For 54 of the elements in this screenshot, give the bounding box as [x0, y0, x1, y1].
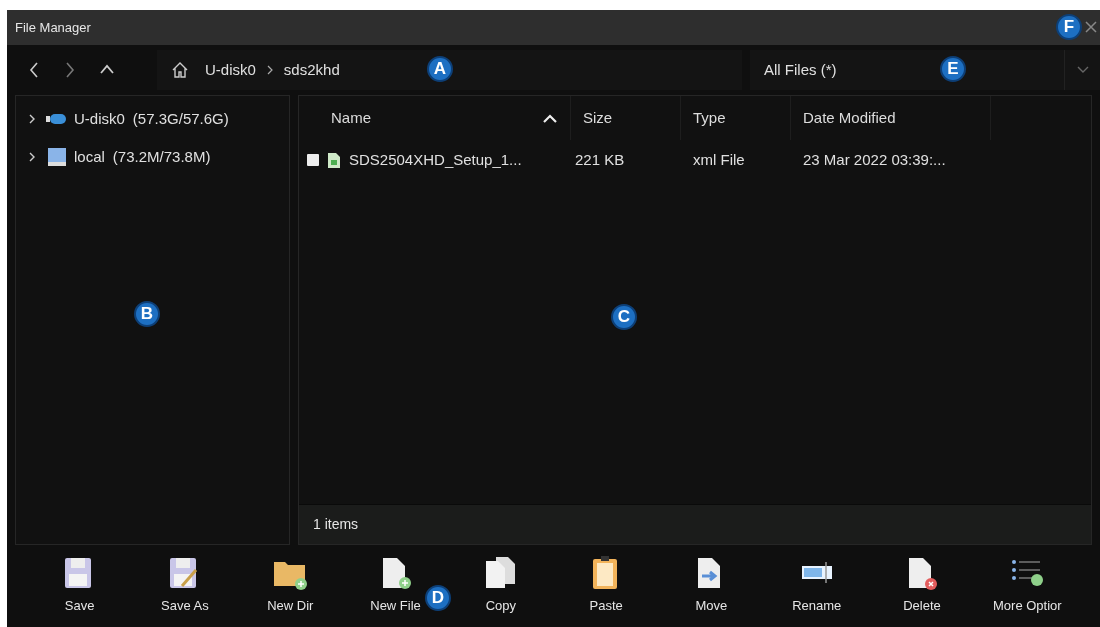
checkbox[interactable]: [307, 154, 319, 166]
breadcrumb-link[interactable]: U-disk0: [205, 58, 256, 82]
callout-marker: C: [611, 304, 637, 330]
column-label: Date Modified: [803, 107, 896, 128]
drive-label: local: [74, 146, 105, 167]
back-icon: [27, 61, 41, 79]
toolbar-button[interactable]: Copy: [448, 556, 554, 616]
column-label: Name: [331, 107, 371, 128]
usb-drive-icon: [46, 113, 68, 125]
drive-capacity: (57.3G/57.6G): [132, 108, 229, 129]
toolbar-button[interactable]: New Dir: [237, 556, 343, 616]
file-type-dropdown[interactable]: All Files (*): [750, 50, 920, 90]
chevron-down-icon: [1075, 65, 1090, 75]
home-button[interactable]: [171, 61, 189, 79]
column-label: Size: [583, 107, 613, 128]
column-label: Type: [693, 107, 726, 128]
copy-icon: [483, 556, 518, 591]
column-header[interactable]: Size: [571, 96, 681, 140]
window-title: File Manager: [15, 18, 91, 37]
table-cell-text: xml File: [692, 149, 746, 170]
toolbar-button[interactable]: Save: [27, 556, 133, 616]
table-cell-text: 23 Mar 2022 03:39:...: [802, 149, 947, 170]
forward-icon: [63, 61, 77, 79]
drive-capacity: (73.2M/73.8M): [112, 146, 211, 167]
toolbar-button[interactable]: Delete: [869, 556, 975, 616]
callout-marker: E: [940, 56, 966, 82]
column-header[interactable]: Date Modified: [791, 96, 991, 140]
toolbar-button[interactable]: Save As: [132, 556, 238, 616]
toolbar-button[interactable]: Rename: [764, 556, 870, 616]
callout-marker: F: [1056, 14, 1082, 40]
toolbar-button[interactable]: More Optior: [974, 556, 1080, 616]
toolbar-button[interactable]: Paste: [553, 556, 659, 616]
callout-marker: B: [134, 301, 160, 327]
callout-marker: D: [425, 585, 451, 611]
back-button[interactable]: [27, 61, 41, 79]
callout-marker: A: [427, 56, 453, 82]
drive-icon: [46, 147, 68, 167]
toolbar-button[interactable]: Move: [658, 556, 765, 616]
column-header[interactable]: Name: [299, 96, 571, 140]
chevron-icon: [265, 64, 274, 76]
drive-item[interactable]: U-disk0 (57.3G/57.6G): [74, 107, 229, 131]
item-count: 1 items: [313, 515, 359, 534]
drive-item[interactable]: local (73.2M/73.8M): [74, 145, 211, 169]
close-button[interactable]: [1084, 20, 1098, 34]
home-icon: [171, 61, 189, 79]
breadcrumb-link[interactable]: sds2khd: [283, 58, 340, 82]
sort-up-icon: [542, 113, 558, 123]
file-name: SDS2504XHD_Setup_1...: [349, 149, 522, 170]
drive-label: U-disk0: [74, 108, 125, 129]
forward-button[interactable]: [63, 61, 77, 79]
table-cell-text: 221 KB: [574, 149, 626, 170]
xml-file-icon: [327, 151, 341, 169]
column-header[interactable]: Type: [681, 96, 791, 140]
close-icon: [1084, 20, 1098, 34]
